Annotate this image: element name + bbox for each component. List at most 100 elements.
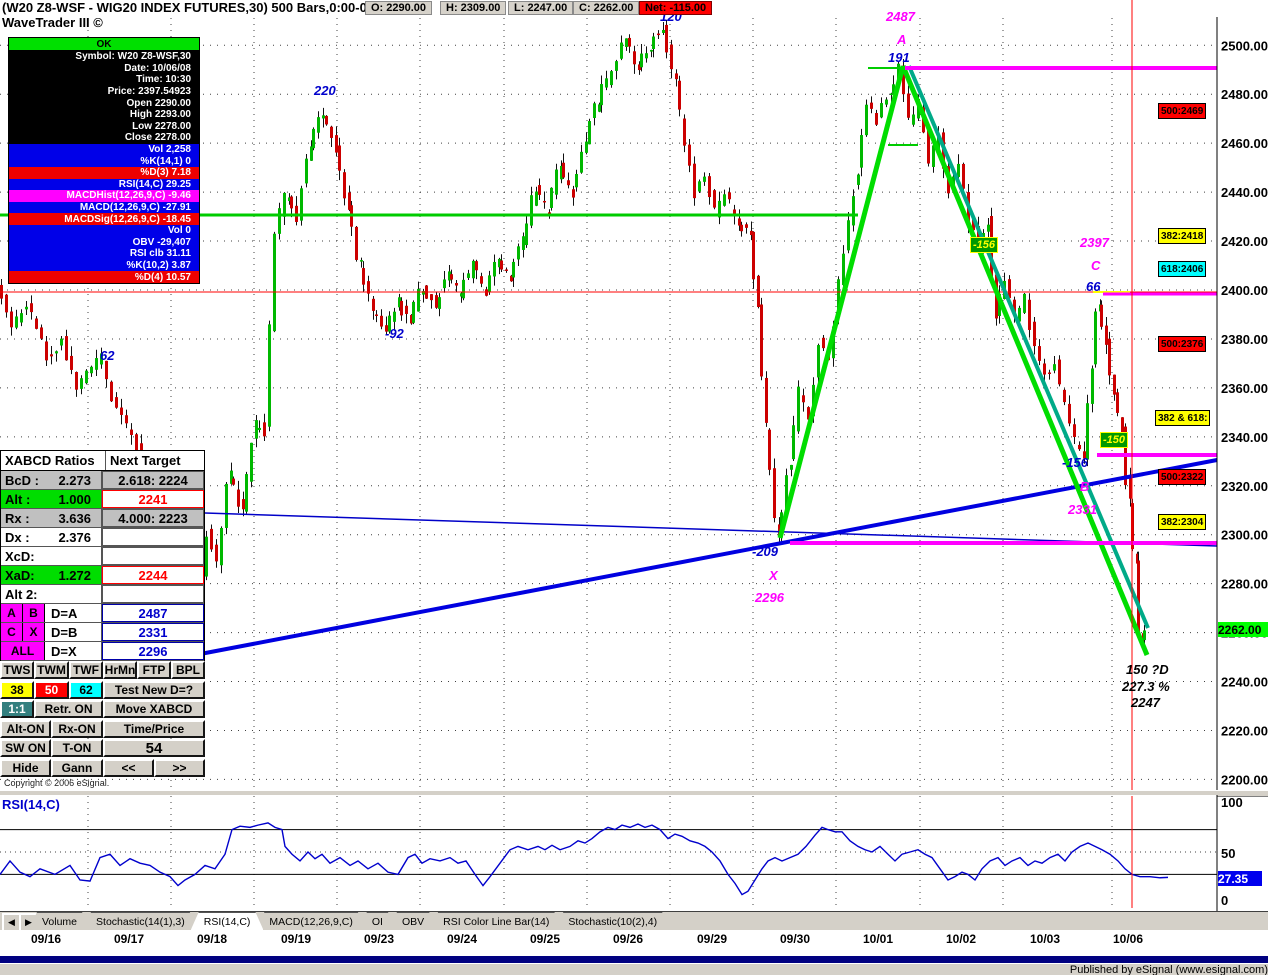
- toolbar-button-t-on[interactable]: T-ON: [51, 739, 103, 757]
- date-axis: 09/16 09/17 09/18 09/19 09/23 09/24 09/25 09/26…: [0, 930, 1268, 948]
- swing-size-label: 191: [888, 50, 910, 65]
- toolbar-button-rx-on[interactable]: Rx-ON: [51, 719, 103, 738]
- target-value: [102, 547, 204, 565]
- xabcd-point-label: 2487: [885, 9, 916, 24]
- date-axis-label: 09/29: [696, 932, 728, 946]
- toolbar-button-sw-on[interactable]: SW ON: [0, 739, 51, 757]
- tab-obv[interactable]: OBV: [389, 912, 437, 930]
- toolbar-button-alt-on[interactable]: Alt-ON: [0, 719, 51, 738]
- xabcd-ratio-row: Dx : 2.376: [1, 528, 204, 547]
- tab-rsi-color-line-bar-14[interactable]: RSI Color Line Bar(14): [430, 912, 562, 930]
- ok-button[interactable]: OK: [9, 38, 199, 51]
- target-value: [102, 585, 204, 603]
- toolbar-button-[interactable]: <<: [103, 758, 154, 777]
- date-axis-label: 09/19: [280, 932, 312, 946]
- rsi-value-badge: 27.35: [1218, 871, 1262, 886]
- toolbar-button-twf[interactable]: TWF: [69, 661, 103, 679]
- toolbar-button-gann[interactable]: Gann: [51, 758, 103, 777]
- ratio-label: XcD:: [5, 548, 35, 564]
- indicator-value-row: Close 2278.00: [9, 132, 199, 144]
- toolbar-button-1-1[interactable]: 1:1: [0, 700, 34, 718]
- indicator-value-row: High 2293.00: [9, 108, 199, 121]
- ratio-value: 1.272: [58, 567, 91, 583]
- date-axis-label: 09/18: [196, 932, 228, 946]
- tab-macd-12-26-9-c[interactable]: MACD(12,26,9,C): [256, 912, 365, 930]
- toolbar-button-retr-on[interactable]: Retr. ON: [34, 700, 103, 718]
- swing-size-label: -156: [1062, 455, 1089, 470]
- current-price-badge: 2262.00: [1218, 622, 1268, 637]
- rsi-label: RSI(14,C): [2, 797, 60, 812]
- quote-open: O: 2290.00: [365, 1, 433, 15]
- point-price: 2487: [102, 604, 204, 622]
- toolbar-button-time-price[interactable]: Time/Price: [103, 719, 205, 738]
- price-axis-tick: 2480.00: [1221, 87, 1268, 102]
- price-axis-tick: 2440.00: [1221, 185, 1268, 200]
- toolbar-button-move-xabcd[interactable]: Move XABCD: [103, 700, 205, 718]
- fib-target-box: 382 & 618:: [1155, 410, 1211, 426]
- xabcd-ratio-row: XcD:: [1, 547, 204, 566]
- point-toggle-all[interactable]: ALL: [1, 642, 45, 660]
- tab-stochastic-14-1-3[interactable]: Stochastic(14(1),3): [83, 912, 198, 930]
- xabcd-point-label: 2397: [1079, 235, 1110, 250]
- point-equation: D=X: [51, 643, 77, 659]
- zigzag-x-a[interactable]: [777, 65, 906, 539]
- wavetrader-window: 2500.00 2480.00 2460.00 2440.00 2420.00 2400.…: [0, 0, 1268, 975]
- price-axis-tick: 2420.00: [1221, 234, 1268, 249]
- price-axis-tick: 2320.00: [1221, 479, 1268, 494]
- toolbar-button-54[interactable]: 54: [103, 739, 205, 757]
- toolbar-button-38[interactable]: 38: [0, 680, 34, 699]
- xabcd-point-row: ALL D=X 2296: [1, 642, 204, 661]
- xabcd-ratio-row: Alt : 1.000 2241: [1, 490, 204, 509]
- toolbar-button-hrmn[interactable]: HrMn: [103, 661, 137, 679]
- tab-volume[interactable]: Volume: [29, 912, 90, 930]
- xabcd-point-label: B: [1080, 479, 1089, 494]
- point-toggle-b[interactable]: B: [23, 604, 45, 622]
- xabcd-ratios-panel: XABCD Ratios Next Target BcD : 2.273 2.618…: [0, 450, 205, 662]
- quote-close: C: 2262.00: [573, 1, 640, 15]
- rsi-axis-tick: 50: [1221, 846, 1235, 861]
- toolbar-button-tws[interactable]: TWS: [0, 661, 34, 679]
- date-axis-label: 09/16: [30, 932, 62, 946]
- target-value: 2244: [102, 566, 204, 584]
- date-axis-label: 09/26: [612, 932, 644, 946]
- xabcd-point-label: X: [768, 568, 779, 583]
- price-axis-tick: 2200.00: [1221, 772, 1268, 787]
- indicator-value-row: MACDSig(12,26,9,C) -18.45: [9, 213, 199, 225]
- price-axis-tick: 2380.00: [1221, 332, 1268, 347]
- toolbar-button-bpl[interactable]: BPL: [171, 661, 205, 679]
- ratio-value: 1.000: [58, 491, 91, 507]
- toolbar-button-hide[interactable]: Hide: [0, 758, 51, 777]
- toolbar-button-50[interactable]: 50: [34, 680, 69, 699]
- toolbar-button-62[interactable]: 62: [69, 680, 103, 699]
- wavetrader-toolbar: TWS TWM TWF HrMn FTP BPL 38 50 62 Test New D=? 1:1…: [0, 661, 206, 778]
- swing-target-box: -156: [970, 237, 999, 253]
- fib-target-box: 500:2469: [1158, 103, 1207, 119]
- rsi-subchart: 100 50 0: [0, 795, 1243, 911]
- toolbar-button-ftp[interactable]: FTP: [137, 661, 171, 679]
- toolbar-button-twm[interactable]: TWM: [34, 661, 69, 679]
- point-toggle-x[interactable]: X: [23, 623, 45, 641]
- price-axis-tick: 2340.00: [1221, 430, 1268, 445]
- toolbar-button-test-new-d[interactable]: Test New D=?: [103, 680, 205, 699]
- indicator-value-row: %K(10,2) 3.87: [9, 259, 199, 272]
- target-value: 2.618: 2224: [102, 471, 204, 489]
- date-axis-label: 09/25: [529, 932, 561, 946]
- xabcd-ratio-row: XaD: 1.272 2244: [1, 566, 204, 585]
- indicator-value-row: %D(3) 7.18: [9, 166, 199, 179]
- date-axis-label: 09/17: [113, 932, 145, 946]
- xabcd-point-label: 2331: [1067, 502, 1097, 517]
- projection-target-label: 227.3 %: [1121, 679, 1170, 694]
- rsi-axis-tick: 0: [1221, 893, 1228, 908]
- price-axis-tick: 2240.00: [1221, 675, 1268, 690]
- tab-stochastic-10-2-4[interactable]: Stochastic(10(2),4): [555, 912, 670, 930]
- point-toggle-a[interactable]: A: [1, 604, 23, 622]
- blue-thick-trendline[interactable]: [194, 458, 1218, 657]
- toolbar-button-[interactable]: >>: [154, 758, 205, 777]
- date-axis-label: 09/30: [779, 932, 811, 946]
- quote-high: H: 2309.00: [440, 1, 507, 15]
- date-axis-label: 09/23: [363, 932, 395, 946]
- tab-rsi-14-c[interactable]: RSI(14,C): [191, 912, 264, 930]
- point-toggle-c[interactable]: C: [1, 623, 23, 641]
- symbol-info-panel: OK Symbol: W20 Z8-WSF,30 Date: 10/06/08 Ti…: [8, 37, 200, 284]
- chart-title: (W20 Z8-WSF - WIG20 INDEX FUTURES,30) 50…: [2, 0, 386, 15]
